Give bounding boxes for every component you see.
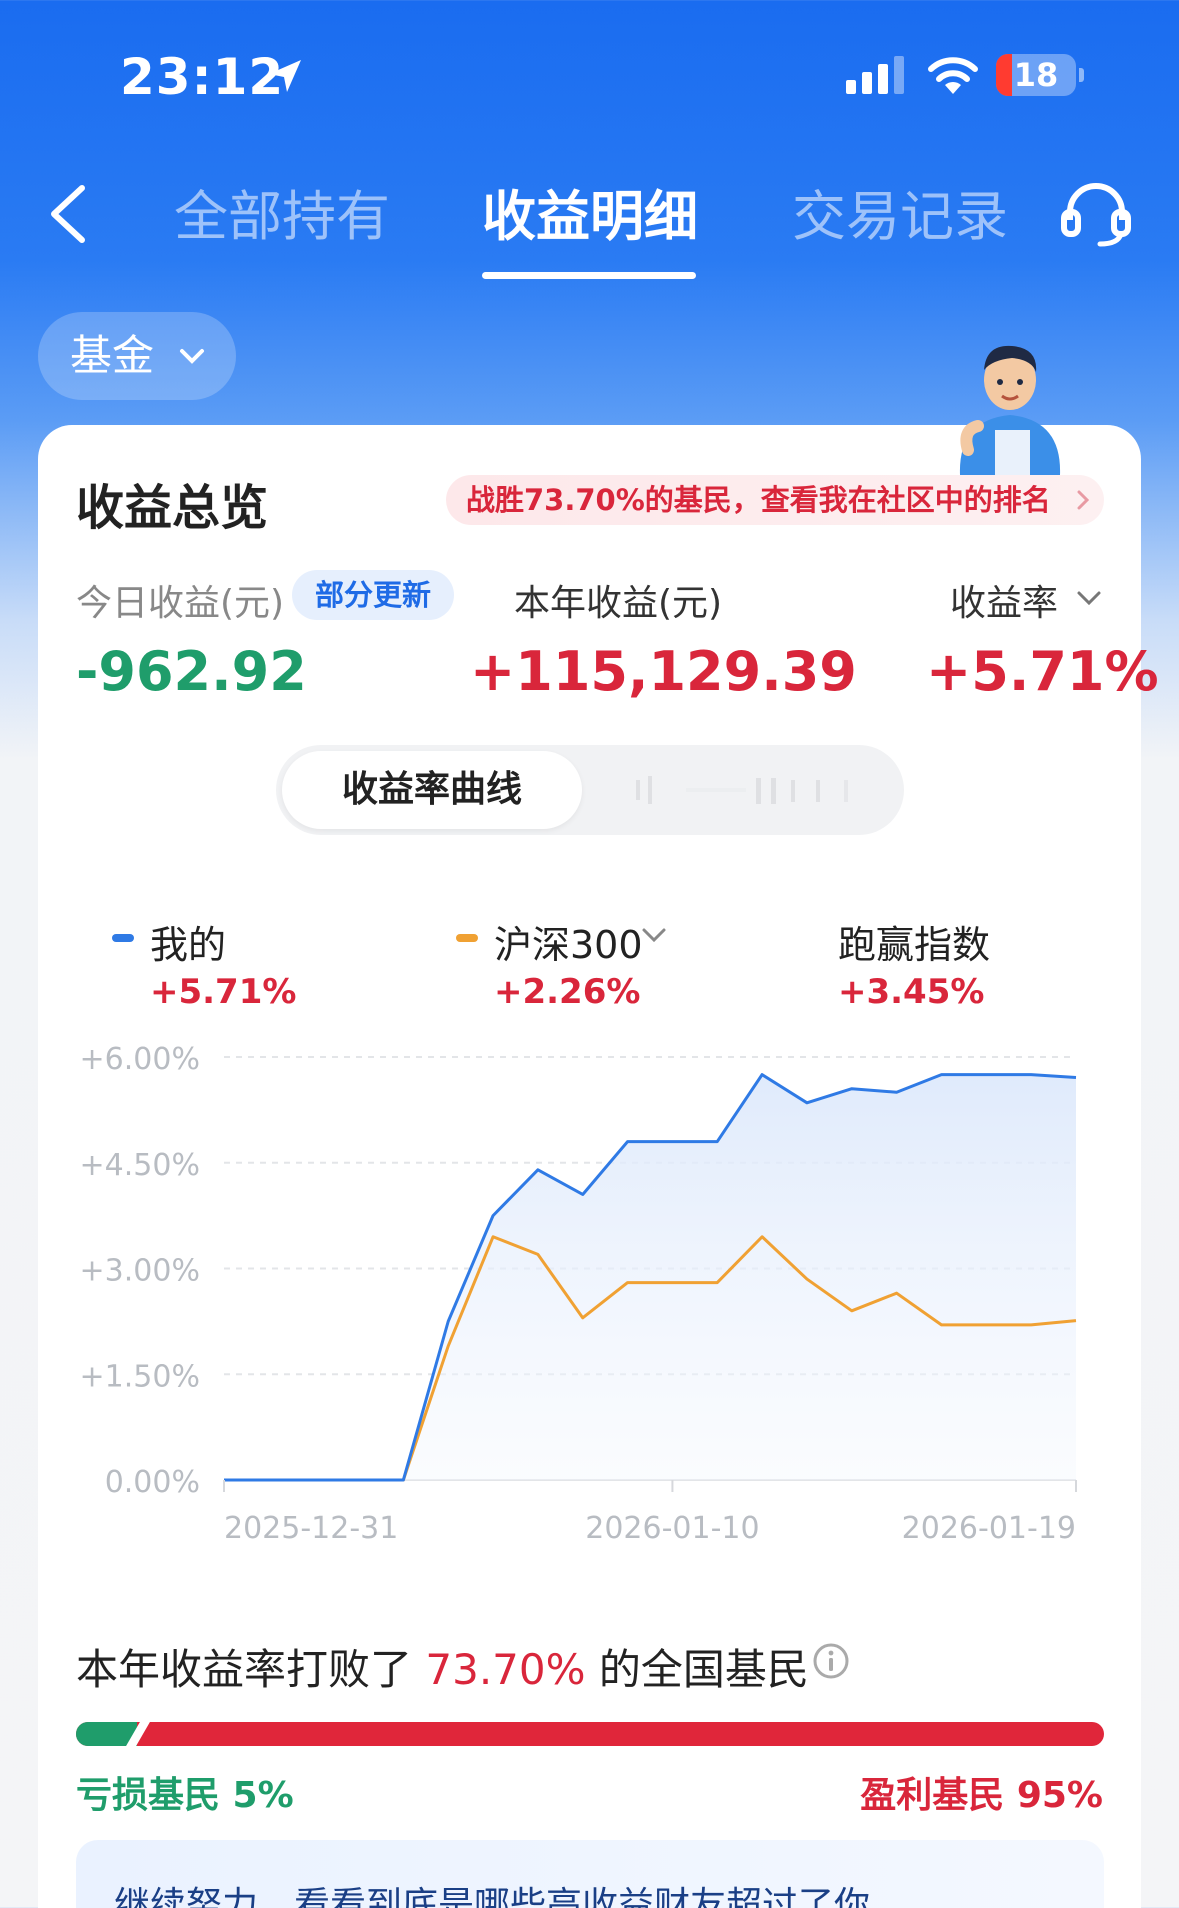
x-tick-label: 2026-01-19 <box>902 1511 1076 1546</box>
loss-investors-label: 亏损基民 5% <box>76 1775 294 1816</box>
status-bar: 23:12 18 <box>0 0 1179 150</box>
segment-profit-rate-curve[interactable]: 收益率曲线 <box>282 751 582 829</box>
mascot-illustration <box>959 345 1061 475</box>
profit-rate-chart[interactable]: +6.00% +4.50% +3.00% +1.50% 0.00% 2025-12-31… <box>0 1020 1179 1550</box>
year-profit-label: 本年收益(元) <box>514 583 723 624</box>
high-earners-banner-text: 继续努力，看看到底是哪些高收益财友超过了你 <box>114 1885 871 1908</box>
profit-rate-selector[interactable]: 收益率 <box>950 574 1058 626</box>
active-tab-indicator <box>482 272 696 279</box>
beat-summary: 本年收益率打败了 73.70% 的全国基民 <box>76 1636 809 1697</box>
y-tick-label: +3.00% <box>80 1254 200 1289</box>
wifi-icon <box>928 57 978 94</box>
status-time: 23:12 <box>120 48 285 106</box>
tab-all-holdings[interactable]: 全部持有 <box>174 182 390 252</box>
profit-rate-value: +5.71% <box>926 640 1159 703</box>
mine-area-fill <box>224 1074 1076 1480</box>
investor-distribution-bar <box>76 1722 1104 1746</box>
fund-type-filter[interactable]: 基金 <box>38 312 236 400</box>
high-earners-banner[interactable]: 继续努力，看看到底是哪些高收益财友超过了你 <box>76 1840 1104 1908</box>
y-tick-label: +6.00% <box>80 1042 200 1077</box>
overview-title: 收益总览 <box>76 480 269 536</box>
legend-mine-value: +5.71% <box>150 972 297 1012</box>
partial-update-badge: 部分更新 <box>292 570 454 620</box>
legend-mine-swatch <box>112 934 134 942</box>
y-tick-label: 0.00% <box>105 1465 200 1500</box>
rank-banner-text: 战胜73.70%的基民，查看我在社区中的排名 <box>466 483 1051 517</box>
segment-secondary[interactable] <box>596 751 896 829</box>
legend-mine-name: 我的 <box>150 923 227 967</box>
battery-indicator: 18 <box>996 54 1076 96</box>
today-profit-label: 今日收益(元) <box>76 583 285 624</box>
segment-placeholder-icon <box>636 776 848 804</box>
chevron-down-icon[interactable] <box>640 924 668 946</box>
info-icon[interactable] <box>812 1642 850 1680</box>
beat-suffix: 的全国基民 <box>598 1645 809 1694</box>
tab-transaction-records[interactable]: 交易记录 <box>792 182 1008 252</box>
legend-index-swatch <box>456 934 478 942</box>
x-tick-label: 2025-12-31 <box>224 1511 398 1546</box>
today-profit-value: -962.92 <box>76 640 307 703</box>
profit-investors-label: 盈利基民 95% <box>860 1775 1103 1816</box>
year-profit-value: +115,129.39 <box>470 640 857 703</box>
chevron-right-icon <box>1077 490 1090 510</box>
cellular-signal-icon <box>846 56 904 94</box>
y-tick-label: +4.50% <box>80 1148 200 1183</box>
y-tick-label: +1.50% <box>80 1359 200 1394</box>
chevron-down-icon <box>180 349 204 364</box>
beat-percent: 73.70% <box>425 1645 586 1694</box>
customer-service-icon[interactable] <box>1060 180 1132 248</box>
beat-prefix: 本年收益率打败了 <box>76 1645 413 1694</box>
filter-label: 基金 <box>70 331 155 380</box>
segment-label: 收益率曲线 <box>341 769 522 810</box>
tab-profit-details[interactable]: 收益明细 <box>482 182 698 252</box>
rank-banner[interactable]: 战胜73.70%的基民，查看我在社区中的排名 <box>446 475 1104 525</box>
location-arrow-icon <box>269 60 301 92</box>
x-tick-label: 2026-01-10 <box>585 1511 759 1546</box>
chart-mode-switch[interactable]: 收益率曲线 <box>276 745 904 835</box>
legend-outperform-name: 跑赢指数 <box>838 923 991 967</box>
legend-index-selector[interactable]: 沪深300 <box>494 914 643 969</box>
chevron-down-icon[interactable] <box>1074 586 1104 610</box>
back-icon[interactable] <box>44 182 92 246</box>
legend-outperform-value: +3.45% <box>838 972 985 1012</box>
legend-index-value: +2.26% <box>494 972 641 1012</box>
battery-level: 18 <box>1013 56 1059 94</box>
